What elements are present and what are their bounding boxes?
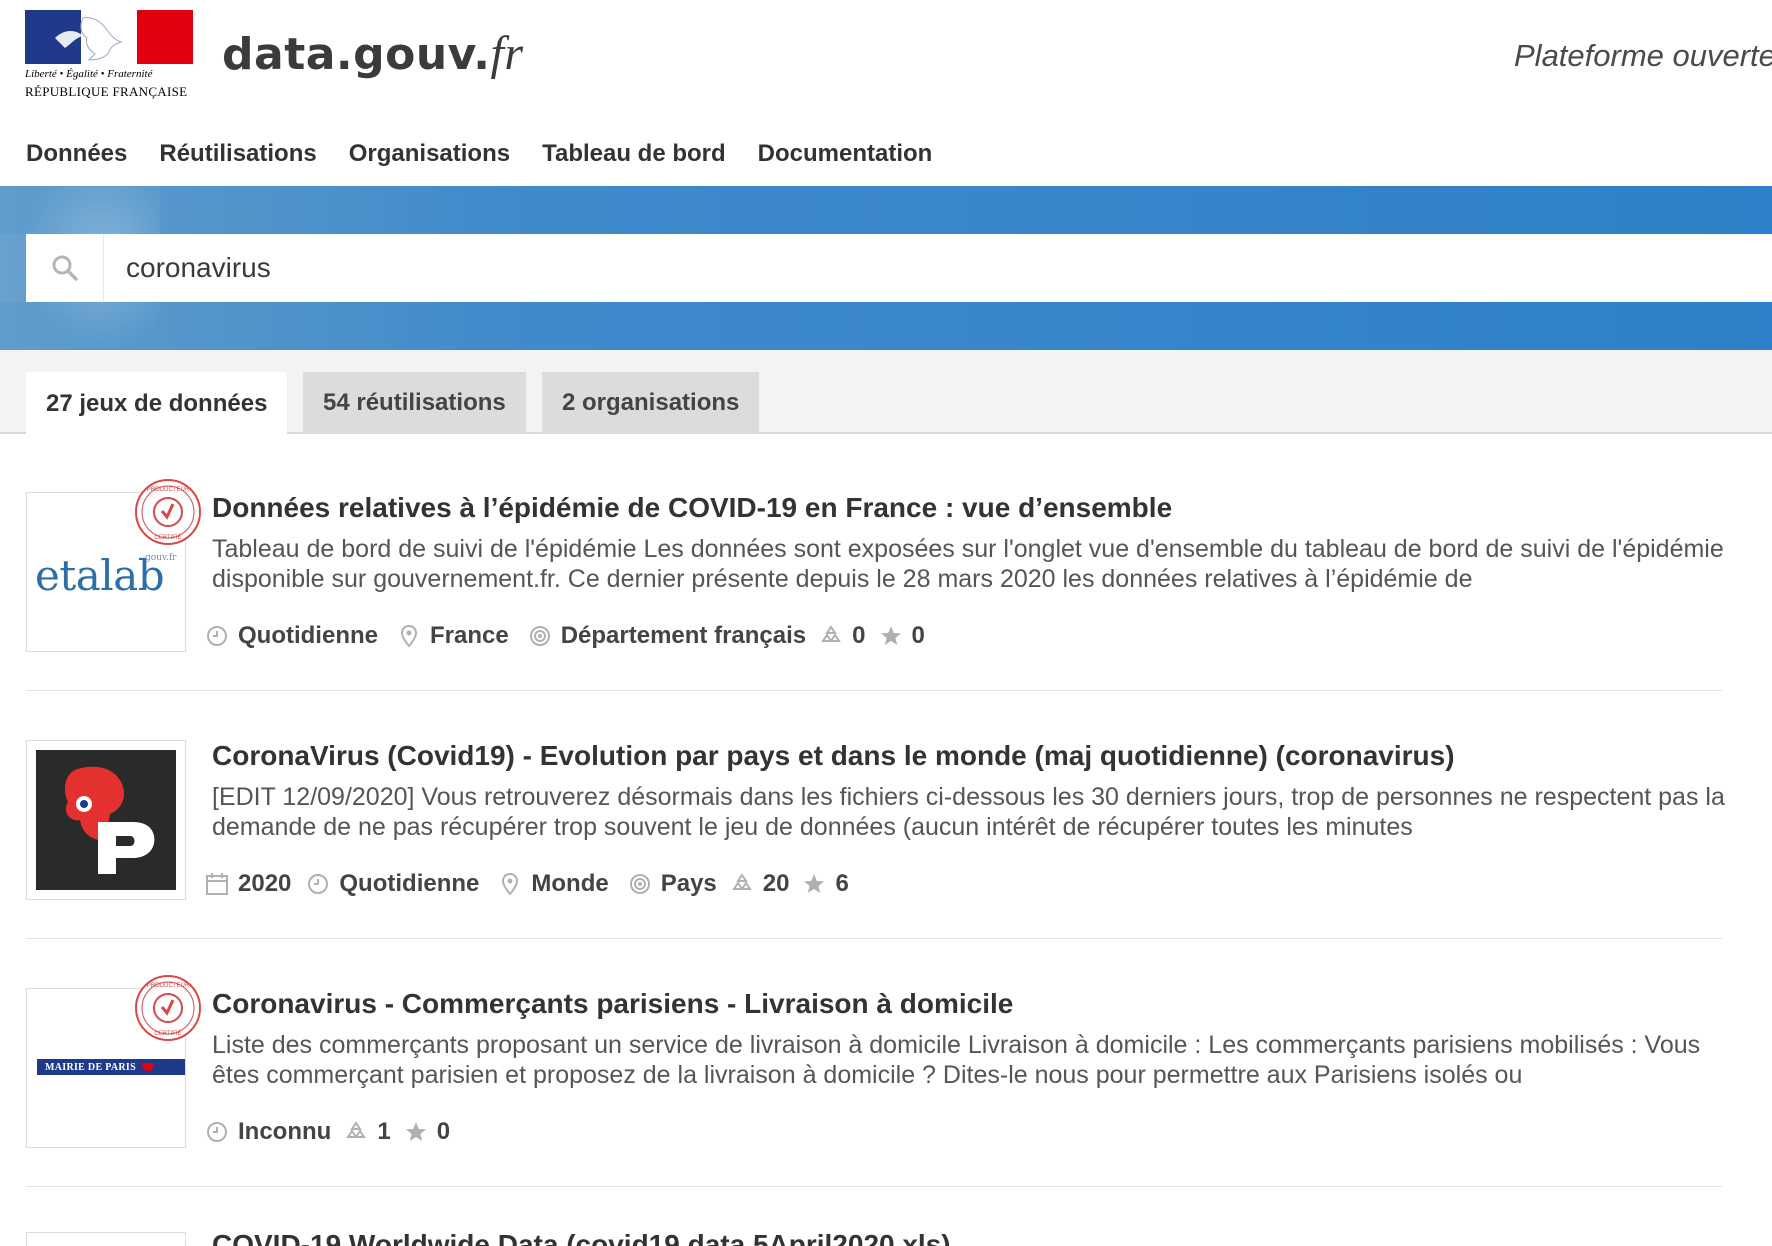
territory-label: France xyxy=(430,622,509,649)
motto-text: Liberté • Égalité • Fraternité xyxy=(25,68,153,80)
target-icon xyxy=(529,626,550,646)
dataset-description: Tableau de bord de suivi de l'épidémie L… xyxy=(212,535,1724,593)
dataset-description: [EDIT 12/09/2020] Vous retrouverez désor… xyxy=(212,783,1725,841)
list-item: MAIRIE DE PARIS PRODUCTEUR CERTIFIÉ Coro… xyxy=(26,975,1722,1148)
dataset-logo[interactable] xyxy=(26,1232,186,1246)
calendar-icon xyxy=(206,873,228,895)
etalab-logo-sub: gouv.fr xyxy=(145,553,177,563)
dataset-logo-p[interactable] xyxy=(26,740,186,900)
republique-francaise-text: RÉPUBLIQUE FRANÇAISE xyxy=(25,84,188,99)
list-item: CoronaVirus (Covid19) - Evolution par pa… xyxy=(26,740,1725,900)
star-icon xyxy=(804,874,825,893)
cert-bottom-text: CERTIFIÉ xyxy=(154,1030,181,1037)
stars-count: 6 xyxy=(835,870,849,897)
dataset-logo-mairie-de-paris[interactable]: MAIRIE DE PARIS PRODUCTEUR CERTIFIÉ xyxy=(26,975,201,1148)
frequency-label: Quotidienne xyxy=(339,870,480,897)
recycle-icon xyxy=(821,625,842,642)
frequency-label: Quotidienne xyxy=(238,622,378,649)
nav-item-tableau-de-bord[interactable]: Tableau de bord xyxy=(542,140,726,176)
cert-top-text: PRODUCTEUR xyxy=(147,983,190,989)
republique-francaise-logo[interactable]: Liberté • Égalité • Fraternité RÉPUBLIQU… xyxy=(25,10,193,103)
mairie-de-paris-text: MAIRIE DE PARIS xyxy=(45,1061,136,1073)
dataset-meta: Quotidienne France Département français … xyxy=(204,622,925,650)
territory-label: Monde xyxy=(531,870,609,897)
certified-producer-icon: PRODUCTEUR CERTIFIÉ xyxy=(135,975,201,1041)
dataset-meta: Inconnu 1 0 xyxy=(204,1118,450,1146)
nav-item-documentation[interactable]: Documentation xyxy=(758,140,933,176)
target-icon xyxy=(629,874,650,894)
reuses-count: 20 xyxy=(762,870,790,897)
stars-count: 0 xyxy=(436,1118,451,1145)
site-tagline: Plateforme ouverte xyxy=(1514,38,1772,73)
p-logo-icon xyxy=(64,766,155,874)
clock-icon xyxy=(207,1122,227,1142)
search-icon[interactable] xyxy=(26,234,104,302)
result-divider xyxy=(26,1186,1722,1187)
clock-icon xyxy=(308,874,329,894)
main-nav: Données Réutilisations Organisations Tab… xyxy=(0,140,964,176)
mairie-de-paris-logo: MAIRIE DE PARIS xyxy=(37,1059,185,1075)
recycle-icon xyxy=(346,1121,367,1138)
marianne-profile-icon xyxy=(55,17,123,61)
granularity-label: Département français xyxy=(560,622,807,649)
dataset-description: Liste des commerçants proposant un servi… xyxy=(212,1031,1701,1089)
search-box xyxy=(26,234,1772,302)
nav-item-organisations[interactable]: Organisations xyxy=(349,140,510,176)
reuses-count: 0 xyxy=(852,622,866,649)
cert-bottom-text: CERTIFIÉ xyxy=(154,534,181,541)
marianne-flag-icon xyxy=(25,10,193,64)
dataset-title[interactable]: Données relatives à l’épidémie de COVID-… xyxy=(212,492,1172,524)
frequency-label: Inconnu xyxy=(238,1118,332,1145)
brand-suffix: fr xyxy=(490,27,524,80)
p-logo-background xyxy=(36,750,176,890)
nav-item-reutilisations[interactable]: Réutilisations xyxy=(159,140,316,176)
map-pin-icon xyxy=(400,624,418,648)
results-tabs: 27 jeux de données 54 réutilisations 2 o… xyxy=(0,350,1772,436)
reuses-count: 1 xyxy=(377,1118,391,1145)
nav-item-donnees[interactable]: Données xyxy=(26,140,127,176)
dataset-logo-etalab[interactable]: etalab gouv.fr PRODUCTEUR CERTIFIÉ xyxy=(26,479,201,652)
clock-icon xyxy=(207,626,227,646)
cert-top-text: PRODUCTEUR xyxy=(147,487,190,493)
certified-producer-icon: PRODUCTEUR CERTIFIÉ xyxy=(135,479,201,545)
stars-count: 0 xyxy=(911,622,925,649)
year-label: 2020 xyxy=(238,870,292,897)
recycle-icon xyxy=(731,873,752,890)
brand-main: data.gouv. xyxy=(222,29,491,80)
dataset-title[interactable]: CoronaVirus (Covid19) - Evolution par pa… xyxy=(212,740,1455,772)
result-divider xyxy=(26,690,1722,691)
site-brand[interactable]: data.gouv.fr xyxy=(222,26,524,81)
tab-organizations[interactable]: 2 organisations xyxy=(542,372,760,434)
tab-reuses[interactable]: 54 réutilisations xyxy=(303,372,526,434)
granularity-label: Pays xyxy=(660,870,717,897)
dataset-title[interactable]: COVID-19 Worldwide Data (covid19 data 5A… xyxy=(212,1232,951,1246)
paris-emblem-icon xyxy=(142,1063,154,1071)
search-banner xyxy=(0,186,1772,350)
map-pin-icon xyxy=(502,872,519,896)
search-input[interactable] xyxy=(126,252,1626,284)
star-icon xyxy=(880,626,901,645)
list-item: etalab gouv.fr PRODUCTEUR CERTIFIÉ Donné… xyxy=(26,479,1724,652)
dataset-meta: 2020 Quotidienne Monde Pays 20 6 xyxy=(204,870,849,898)
dataset-title[interactable]: Coronavirus - Commerçants parisiens - Li… xyxy=(212,988,1013,1020)
site-header: Liberté • Égalité • Fraternité RÉPUBLIQU… xyxy=(0,0,1772,120)
list-item: COVID-19 Worldwide Data (covid19 data 5A… xyxy=(26,1232,1722,1246)
result-divider xyxy=(26,938,1722,939)
star-icon xyxy=(405,1122,426,1141)
tab-datasets[interactable]: 27 jeux de données xyxy=(26,372,288,436)
